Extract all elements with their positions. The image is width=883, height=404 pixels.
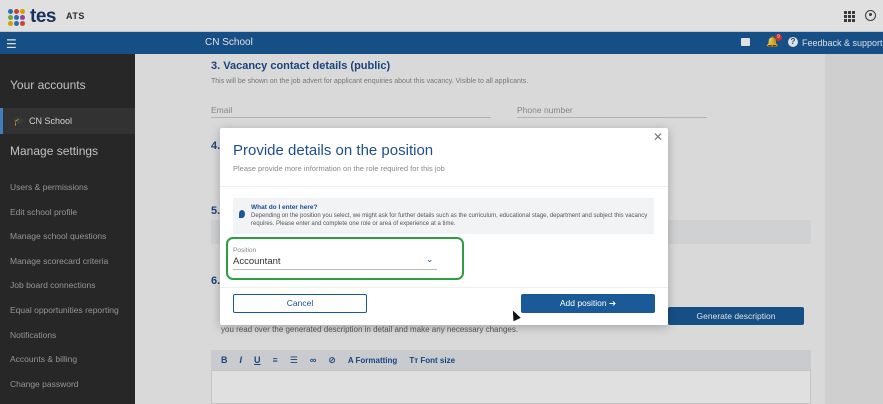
position-select[interactable]: Accountant xyxy=(233,256,281,267)
info-text: Depending on the position you select, we… xyxy=(251,213,648,227)
modal-subtitle: Please provide more information on the r… xyxy=(233,164,445,173)
add-position-label: Add position xyxy=(559,298,607,308)
arrow-right-icon: ➔ xyxy=(609,298,617,308)
cancel-button[interactable]: Cancel xyxy=(233,294,367,313)
modal-footer-divider xyxy=(220,287,668,288)
add-position-button[interactable]: Add position ➔ xyxy=(521,294,655,313)
position-underline xyxy=(233,269,437,270)
position-label: Position xyxy=(233,247,257,254)
position-details-modal: ✕ Provide details on the position Please… xyxy=(220,128,668,325)
info-title: What do I enter here? xyxy=(251,204,318,211)
modal-divider xyxy=(220,186,668,187)
modal-title: Provide details on the position xyxy=(233,142,434,159)
close-icon[interactable]: ✕ xyxy=(653,130,663,144)
chevron-down-icon[interactable]: ⌄ xyxy=(426,254,434,265)
info-marker-icon xyxy=(239,210,245,218)
info-box: What do I enter here? Depending on the p… xyxy=(233,198,654,234)
